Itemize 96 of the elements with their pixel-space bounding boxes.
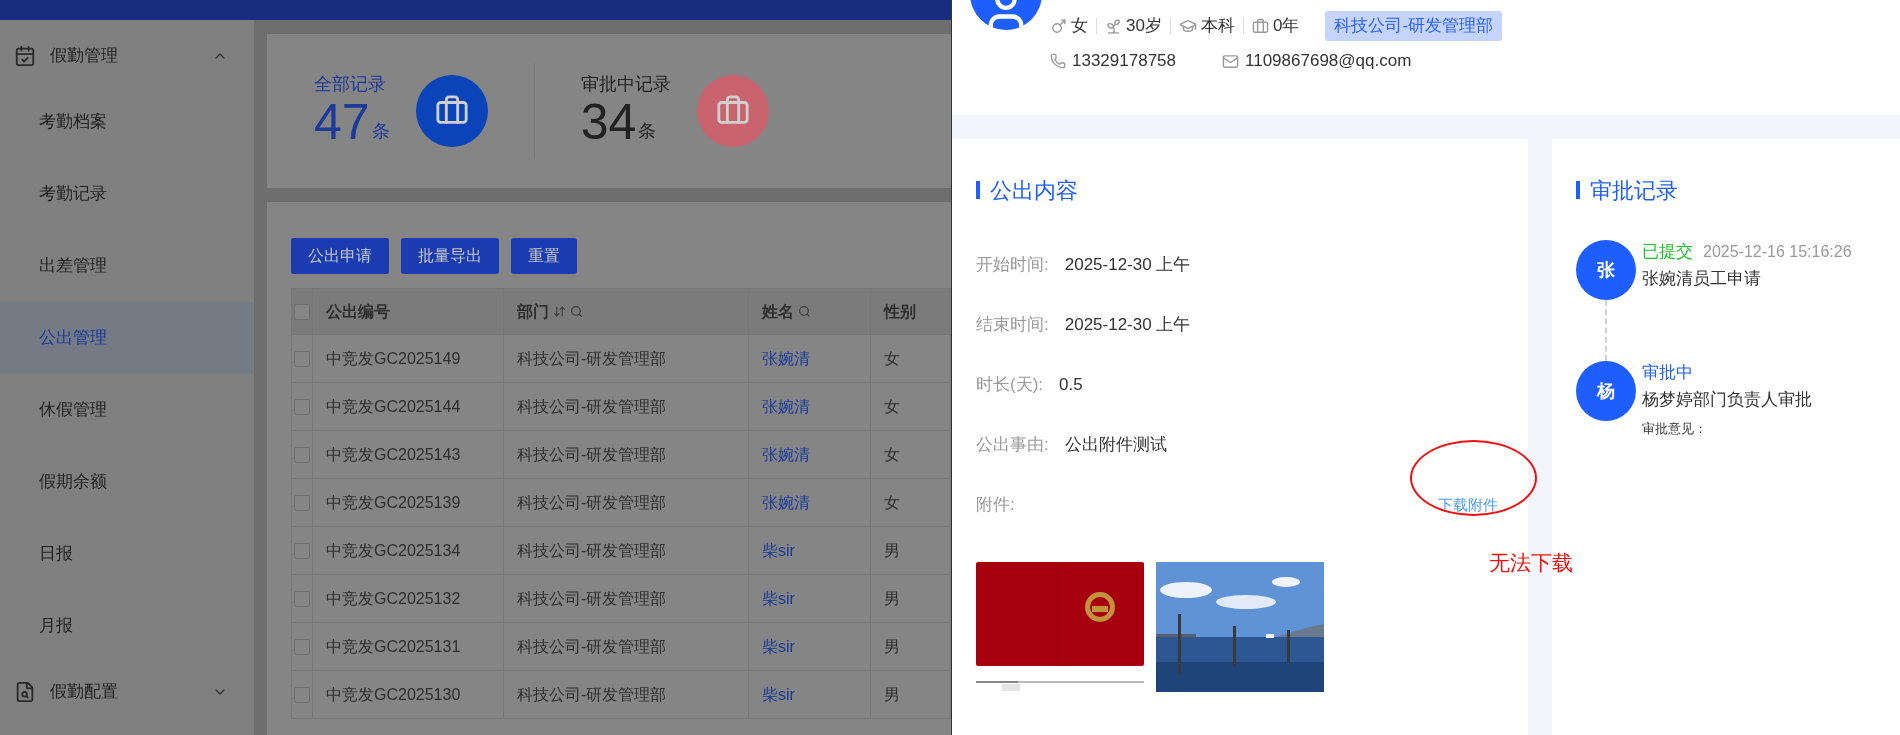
toolbar-button[interactable]: 批量导出 — [401, 238, 499, 274]
sidebar-item[interactable]: 考勤记录 — [0, 158, 254, 230]
briefcase-icon — [1251, 17, 1269, 35]
table-cell-text: 男 — [884, 636, 900, 657]
table-cell-text: 科技公司-研发管理部 — [517, 636, 667, 657]
table-cell-text: 中竞发GC2025132 — [326, 588, 461, 609]
calendar-icon — [14, 45, 36, 67]
annotation-note: 无法下载 — [1489, 550, 1573, 576]
stat-label: 全部记录 — [314, 73, 387, 95]
field-label: 附件: — [976, 494, 1015, 517]
field-value: 0.5 — [1059, 374, 1083, 397]
table-cell-text: 科技公司-研发管理部 — [517, 348, 667, 369]
age-text: 30岁 — [1126, 15, 1162, 38]
step-description: 杨梦婷部门负责人审批 — [1642, 389, 1812, 411]
field-value: 2025-12-30 上午 — [1064, 314, 1191, 337]
sidebar-item[interactable]: 考勤档案 — [0, 86, 254, 158]
step-time: 2025-12-16 15:16:26 — [1703, 242, 1852, 262]
toolbar-button[interactable]: 重置 — [511, 238, 577, 274]
gender-text: 女 — [1071, 15, 1088, 38]
step-status: 审批中 — [1642, 362, 1693, 385]
name-link[interactable]: 柴sir — [762, 538, 795, 563]
group-label: 假勤配置 — [50, 681, 119, 704]
name-link[interactable]: 柴sir — [762, 634, 795, 659]
step-status: 已提交 — [1642, 241, 1693, 264]
phone-icon — [1050, 53, 1066, 69]
sidebar-item[interactable]: 公出管理 — [0, 302, 254, 374]
table-cell-text: 科技公司-研发管理部 — [517, 588, 667, 609]
name-link[interactable]: 张婉清 — [762, 442, 810, 467]
section-title: 公出内容 — [990, 176, 1078, 205]
column-header: 部门 — [517, 301, 549, 322]
table-cell-text: 科技公司-研发管理部 — [517, 492, 667, 513]
sidebar-item[interactable]: 休假管理 — [0, 374, 254, 446]
stat-unit: 条 — [371, 120, 390, 143]
field-value: 公出附件测试 — [1064, 434, 1167, 457]
mail-icon — [1222, 52, 1239, 70]
table-cell-text: 中竞发GC2025139 — [326, 492, 461, 513]
column-header: 姓名 — [762, 301, 794, 322]
download-link[interactable]: 下载附件 — [1438, 493, 1498, 517]
sidebar-item[interactable]: 月报 — [0, 590, 254, 662]
approver-avatar: 张 — [1576, 240, 1636, 300]
field-label: 时长(天): — [976, 374, 1044, 397]
group-label: 假勤管理 — [50, 45, 119, 68]
table-cell-text: 科技公司-研发管理部 — [517, 396, 667, 417]
table-cell-text: 中竞发GC2025149 — [326, 348, 461, 369]
stat-label: 审批中记录 — [580, 73, 671, 95]
table-cell-text: 男 — [884, 588, 900, 609]
table-cell-text: 男 — [884, 540, 900, 561]
table-cell-text: 科技公司-研发管理部 — [517, 540, 667, 561]
table-cell-text: 科技公司-研发管理部 — [517, 684, 667, 705]
search-icon[interactable] — [570, 305, 583, 318]
sidebar-item[interactable]: 日报 — [0, 518, 254, 590]
field-label: 结束时间: — [976, 314, 1049, 337]
field-label: 公出事由: — [976, 434, 1049, 457]
name-link[interactable]: 柴sir — [762, 586, 795, 611]
name-link[interactable]: 张婉清 — [762, 394, 810, 419]
table-cell-text: 中竞发GC2025131 — [326, 636, 461, 657]
name-link[interactable]: 张婉清 — [762, 490, 810, 515]
experience-text: 0年 — [1272, 15, 1300, 38]
sprout-icon — [1105, 17, 1122, 35]
field-label: 开始时间: — [976, 254, 1049, 277]
step-description: 张婉清员工申请 — [1642, 268, 1762, 290]
column-header: 性别 — [884, 301, 916, 322]
comment-label: 审批意见： — [1642, 420, 1708, 438]
table-cell-text: 女 — [884, 444, 900, 465]
email-text: 1109867698@qq.com — [1245, 50, 1412, 73]
search-icon[interactable] — [798, 305, 811, 318]
sidebar-item[interactable]: 出差管理 — [0, 230, 254, 302]
department-tag: 科技公司-研发管理部 — [1325, 11, 1503, 41]
name-link[interactable]: 柴sir — [762, 682, 795, 707]
table-cell-text: 科技公司-研发管理部 — [517, 444, 667, 465]
graduation-cap-icon — [1178, 17, 1197, 35]
table-cell-text: 女 — [884, 348, 900, 369]
sidebar-item[interactable]: 假期余额 — [0, 446, 254, 518]
education-text: 本科 — [1200, 15, 1235, 38]
phone-text: 13329178758 — [1072, 50, 1176, 73]
sort-icon[interactable] — [553, 305, 566, 318]
section-title: 审批记录 — [1590, 176, 1678, 205]
sidebar-group[interactable]: 假勤管理 — [0, 26, 254, 86]
table-cell-text: 中竞发GC2025144 — [326, 396, 461, 417]
table-cell-text: 女 — [884, 396, 900, 417]
column-header: 公出编号 — [326, 301, 390, 322]
table-cell-text: 中竞发GC2025143 — [326, 444, 461, 465]
field-value: 2025-12-30 上午 — [1064, 254, 1191, 277]
sidebar-group[interactable]: 假勤配置 — [0, 662, 254, 722]
table-cell-text: 中竞发GC2025134 — [326, 540, 461, 561]
name-link[interactable]: 张婉清 — [762, 346, 810, 371]
stat-value: 34 — [580, 95, 637, 149]
approver-avatar: 杨 — [1576, 361, 1636, 421]
male-symbol-icon — [1050, 17, 1067, 35]
toolbar-button[interactable]: 公出申请 — [291, 238, 389, 274]
table-cell-text: 男 — [884, 684, 900, 705]
stat-unit: 条 — [638, 120, 657, 143]
document-search-icon — [14, 681, 36, 703]
table-cell-text: 女 — [884, 492, 900, 513]
table-cell-text: 中竞发GC2025130 — [326, 684, 461, 705]
stat-value: 47 — [314, 95, 370, 149]
